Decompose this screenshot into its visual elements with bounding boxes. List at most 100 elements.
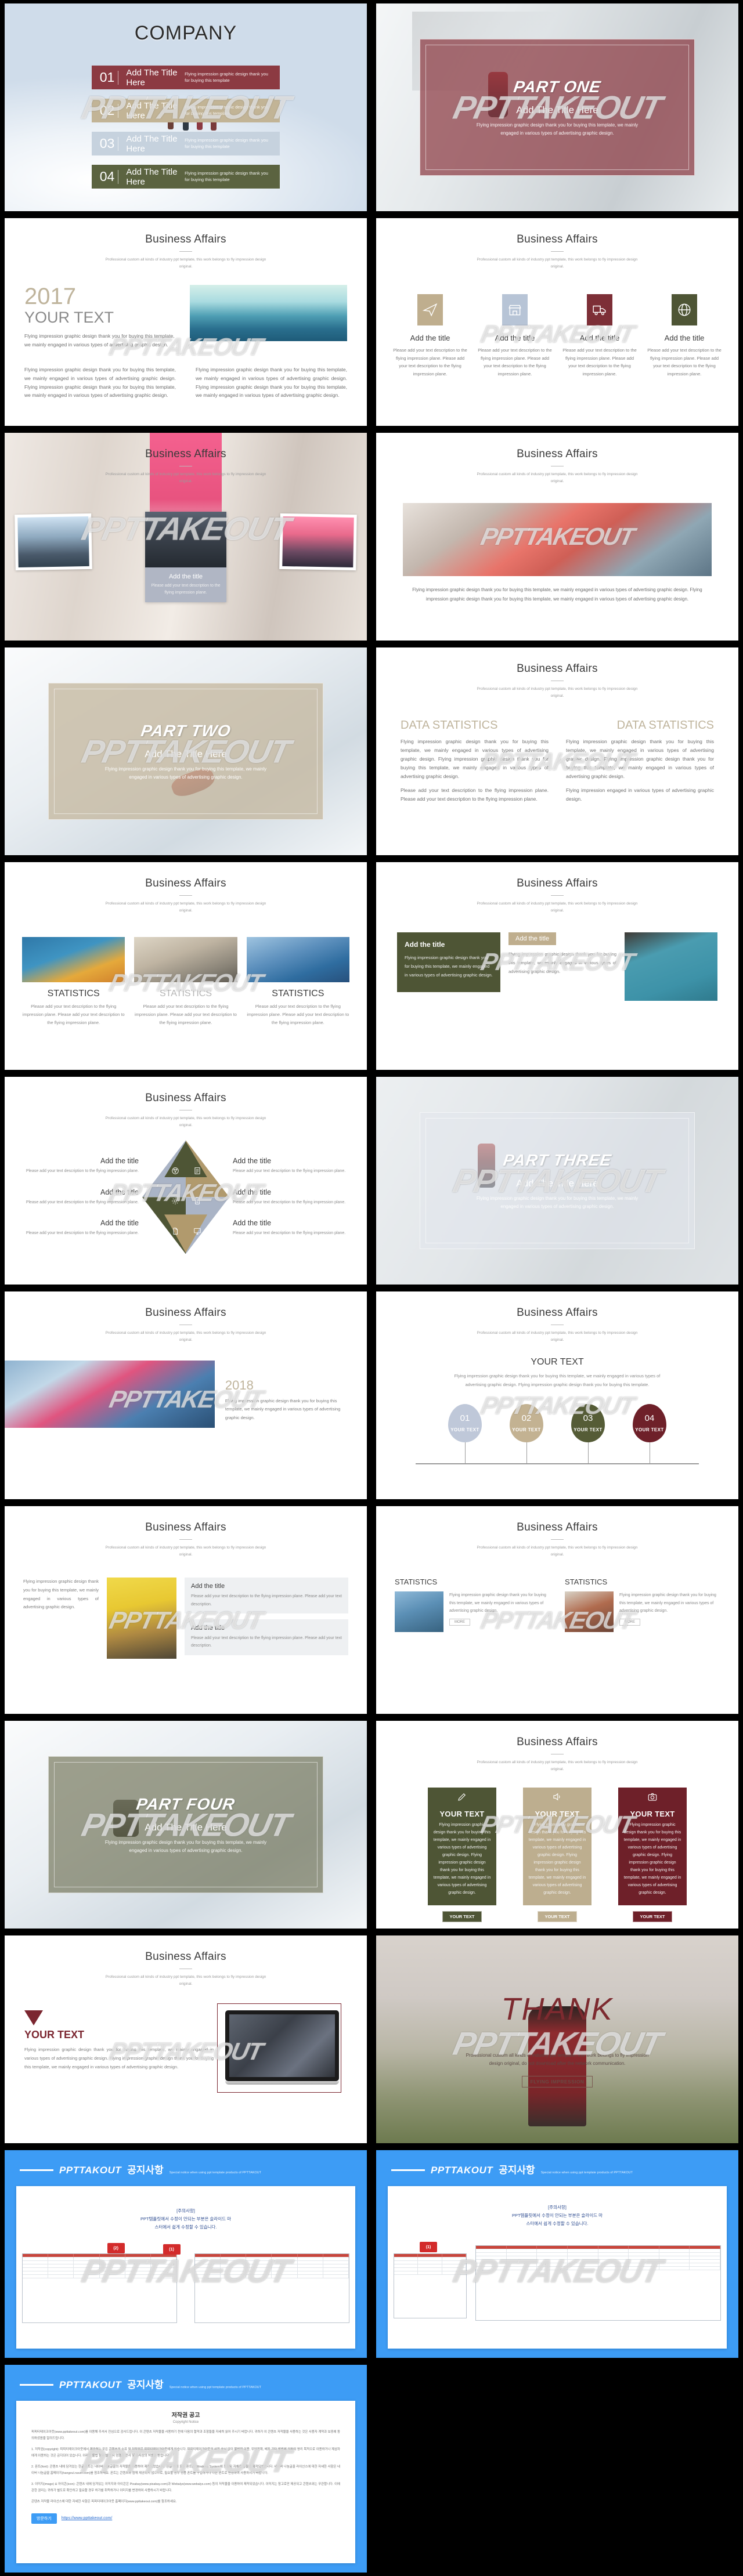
slide-thumb-3[interactable]: Business Affairs Professional custom all…	[0, 215, 372, 429]
hex-item-6[interactable]: Add the title Please add your text descr…	[233, 1219, 353, 1238]
hex-item-1[interactable]: Add the title Please add your text descr…	[19, 1157, 139, 1175]
hex-item-2[interactable]: Add the title Please add your text descr…	[233, 1157, 353, 1175]
your-text-heading: YOUR TEXT	[531, 1357, 584, 1367]
card-button[interactable]: YOUR TEXT	[633, 1911, 672, 1922]
slide-thumb-10[interactable]: Business Affairs Professional custom all…	[372, 859, 743, 1073]
tag-title[interactable]: Add the title	[508, 932, 557, 946]
statistics-card-1[interactable]: STATISTICS Please add your text descript…	[22, 937, 125, 1027]
polaroid-card-2[interactable]: Add the title Please add your text descr…	[145, 512, 226, 602]
slide-thumb-18[interactable]: Business Affairs Professional custom all…	[372, 1717, 743, 1932]
copyright-paragraph-0: 피피티테이크아웃(www.ppttakeout.com)를 이용해 주셔서 진심…	[31, 2430, 340, 2440]
card-button[interactable]: YOUR TEXT	[442, 1911, 482, 1922]
slide-thumb-19[interactable]: Business Affairs Professional custom all…	[0, 1932, 372, 2147]
notice-message: [주의사항] PPT템플릿에서 수정이 안되는 부분은 슬라이드 마 스터에서 …	[388, 2186, 727, 2228]
slide-thumb-6[interactable]: Business Affairs Professional custom all…	[372, 429, 743, 644]
icon-column-4[interactable]: Add the title Please add your text descr…	[645, 294, 723, 378]
slide-thumb-20[interactable]: THANK Professional custom all kinds of i…	[372, 1932, 743, 2147]
slide-thumb-16[interactable]: Business Affairs Professional custom all…	[372, 1503, 743, 1717]
text-card-3[interactable]: YOUR TEXT Flying impression graphic desi…	[618, 1788, 687, 1922]
slide-header: Business Affairs Professional custom all…	[5, 433, 367, 484]
slide-laptop: Business Affairs Professional custom all…	[5, 1935, 367, 2143]
cover-bar-03[interactable]: 03 Add The Title Here Flying impression …	[91, 132, 280, 156]
slide-thumb-23[interactable]: PPTTAKOUT 공지사항 Special notice when using…	[0, 2361, 372, 2576]
card-title: STATISTICS	[47, 989, 100, 999]
slide-thumb-17[interactable]: PART FOUR Add The Title Here Flying impr…	[0, 1717, 372, 1932]
slide-thumb-22[interactable]: PPTTAKOUT 공지사항 Special notice when using…	[372, 2147, 743, 2361]
slide-thumb-4[interactable]: Business Affairs Professional custom all…	[372, 215, 743, 429]
statistics-card-3[interactable]: STATISTICS Please add your text descript…	[246, 937, 349, 1027]
hex-item-3[interactable]: Add the title Please add your text descr…	[19, 1188, 139, 1207]
card-title: Add the title	[191, 1583, 225, 1590]
timeline-step-2[interactable]: 02 YOUR TEXT	[510, 1403, 543, 1463]
icon-column-3[interactable]: Add the title Please add your text descr…	[561, 294, 639, 378]
slide-header: Business Affairs Professional custom all…	[5, 1291, 367, 1343]
olive-box-title: Add the title	[405, 940, 445, 949]
part-title-box: PART FOUR Add The Title Here Flying impr…	[48, 1756, 324, 1894]
slide-thumb-7[interactable]: PART TWO Add The Title Here Flying impre…	[0, 644, 372, 859]
text-card-1[interactable]: YOUR TEXT Flying impression graphic desi…	[428, 1788, 496, 1922]
spreadsheet-illustration: (2) (1)	[22, 2243, 349, 2345]
more-button[interactable]: MORE	[619, 1619, 640, 1626]
hex-item-5[interactable]: Add the title Please add your text descr…	[19, 1219, 139, 1238]
timeline-step-3[interactable]: 03 YOUR TEXT	[571, 1403, 605, 1463]
card-button[interactable]: YOUR TEXT	[538, 1911, 577, 1922]
text-card-2[interactable]: YOUR TEXT Flying impression graphic desi…	[523, 1788, 591, 1922]
cover-bar-04[interactable]: 04 Add The Title Here Flying impression …	[91, 165, 280, 189]
section-title: Business Affairs	[517, 448, 598, 460]
step-stem	[526, 1442, 527, 1463]
more-button[interactable]: MORE	[449, 1619, 470, 1626]
data-statistics-title-right: DATA STATISTICS	[616, 719, 714, 732]
athlete-photo	[107, 1578, 176, 1659]
card-title: STATISTICS	[159, 989, 212, 999]
cover-bar-02[interactable]: 02 Add The Title Here Flying impression …	[91, 99, 280, 123]
stats-paragraph-3: Flying impression graphic design thank y…	[566, 739, 714, 779]
polaroid-card-3[interactable]	[279, 513, 357, 571]
hex-title: Add the title	[100, 1219, 139, 1228]
slide-thumb-14[interactable]: Business Affairs Professional custom all…	[372, 1288, 743, 1503]
slide-thumb-9[interactable]: Business Affairs Professional custom all…	[0, 859, 372, 1073]
bar-desc: Flying impression graphic design thank y…	[185, 171, 268, 182]
timeline-step-1[interactable]: 01 YOUR TEXT	[448, 1403, 482, 1463]
polaroid-card-1[interactable]	[15, 513, 92, 571]
slide-data-statistics: Business Affairs Professional custom all…	[376, 647, 738, 855]
slide-thumb-12[interactable]: PART THREE Add The Title Here Flying imp…	[372, 1073, 743, 1288]
website-url[interactable]: https://www.ppttakeout.com/	[62, 2516, 113, 2520]
hex-title: Add the title	[100, 1156, 139, 1165]
slide-thumb-11[interactable]: Business Affairs Professional custom all…	[0, 1073, 372, 1288]
block-photo	[395, 1591, 443, 1633]
olive-box[interactable]: Add the title Flying impression graphic …	[397, 932, 500, 993]
slide-thumb-5[interactable]: Business Affairs Professional custom all…	[0, 429, 372, 644]
slide-thumb-2[interactable]: PART ONE Add The Title Here Flying impre…	[372, 0, 743, 215]
slide-2018: Business Affairs Professional custom all…	[5, 1291, 367, 1499]
slide-thumb-21[interactable]: PPTTAKOUT 공지사항 Special notice when using…	[0, 2147, 372, 2361]
slide-part-one: PART ONE Add The Title Here Flying impre…	[376, 3, 738, 211]
slide-thumb-15[interactable]: Business Affairs Professional custom all…	[0, 1503, 372, 1717]
hex-desc: Please add your text description to the …	[233, 1231, 346, 1236]
icon-column-1[interactable]: Add the title Please add your text descr…	[391, 294, 469, 378]
cover-bar-01[interactable]: 01 Add The Title Here Flying impression …	[91, 66, 280, 90]
statistics-block-1[interactable]: STATISTICS Flying impression graphic des…	[395, 1578, 550, 1633]
hex-desc: Please add your text description to the …	[233, 1200, 346, 1204]
slide-thumb-13[interactable]: Business Affairs Professional custom all…	[0, 1288, 372, 1503]
slide-thumb-1[interactable]: COMPANY 01 Add The Title Here Flying imp…	[0, 0, 372, 215]
pencil-icon	[428, 1788, 496, 1806]
part-label: PART TWO	[139, 721, 232, 740]
slide-thumb-24[interactable]	[372, 2361, 743, 2576]
statistics-block-2[interactable]: STATISTICS Flying impression graphic des…	[565, 1578, 720, 1633]
info-card-1[interactable]: Add the title Please add your text descr…	[185, 1578, 348, 1613]
card-title: Add the title	[191, 1624, 225, 1631]
bar-number: 04	[99, 169, 115, 184]
flying-impression-button[interactable]: FLYING IMPRESSION	[521, 2076, 593, 2088]
column-title: Add the title	[664, 334, 705, 343]
copyright-paragraph-4: 콘텐츠 저작물 라이선스에 대한 자세한 사항은 피피티테이크아웃 홈페이지(w…	[31, 2500, 177, 2504]
copyright-title-en: Copyright Notice	[172, 2421, 199, 2424]
visit-button[interactable]: 방문하기	[31, 2513, 57, 2524]
info-card-2[interactable]: Add the title Please add your text descr…	[185, 1619, 348, 1655]
slide-thumb-8[interactable]: Business Affairs Professional custom all…	[372, 644, 743, 859]
step-label: YOUR TEXT	[574, 1427, 603, 1433]
slide-part-two: PART TWO Add The Title Here Flying impre…	[5, 647, 367, 855]
hex-item-4[interactable]: Add the title Please add your text descr…	[233, 1188, 353, 1207]
statistics-card-2[interactable]: STATISTICS Please add your text descript…	[134, 937, 237, 1027]
icon-column-2[interactable]: Add the title Please add your text descr…	[476, 294, 554, 378]
timeline-step-4[interactable]: 04 YOUR TEXT	[633, 1403, 666, 1463]
